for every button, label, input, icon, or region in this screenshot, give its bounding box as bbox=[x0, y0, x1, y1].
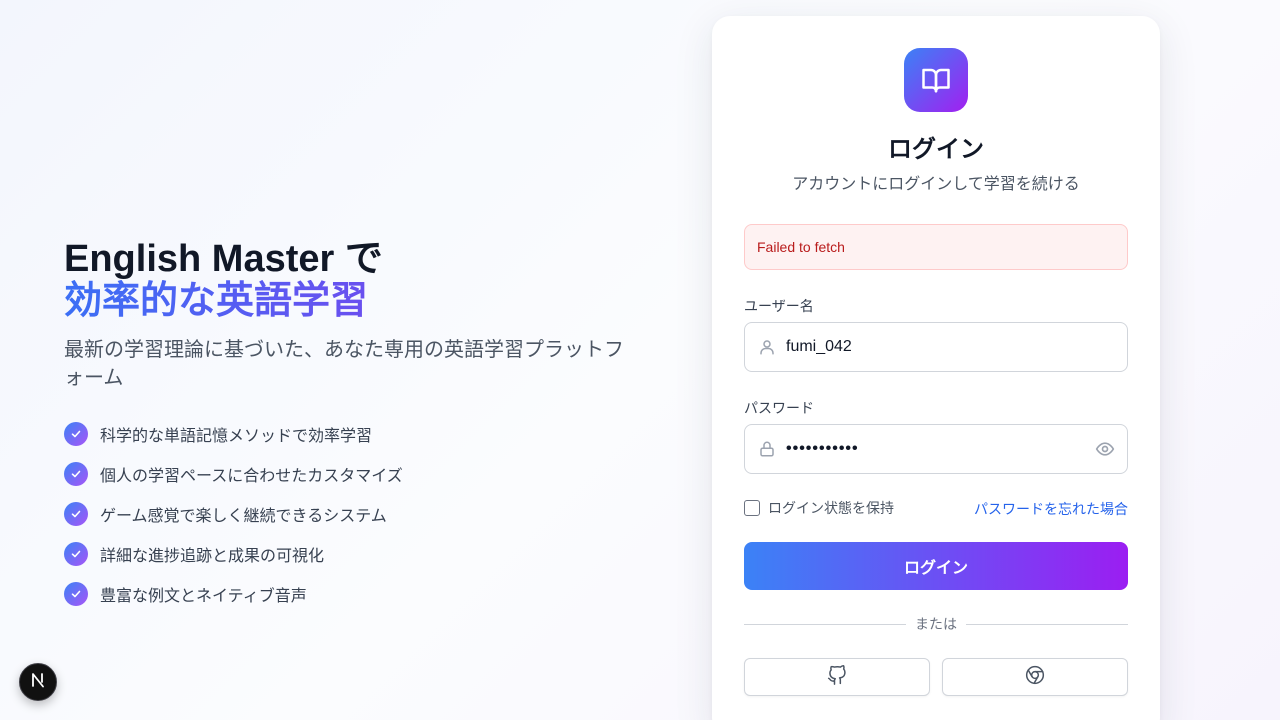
github-login-button[interactable] bbox=[744, 658, 930, 696]
feature-text: ゲーム感覚で楽しく継続できるシステム bbox=[100, 508, 387, 525]
error-alert: Failed to fetch bbox=[744, 224, 1128, 270]
nextjs-logo-icon bbox=[29, 671, 47, 694]
or-divider: または bbox=[744, 614, 1128, 634]
feature-text: 科学的な単語記憶メソッドで効率学習 bbox=[100, 428, 373, 445]
login-card: ログイン アカウントにログインして学習を続ける Failed to fetch … bbox=[712, 16, 1160, 720]
forgot-password-link[interactable]: パスワードを忘れた場合 bbox=[974, 499, 1128, 519]
remember-me[interactable]: ログイン状態を保持 bbox=[744, 498, 894, 518]
password-input[interactable]: ••••••••••• bbox=[786, 440, 1095, 458]
login-subtitle: アカウントにログインして学習を続ける bbox=[792, 176, 1080, 193]
remember-label: ログイン状態を保持 bbox=[768, 500, 894, 516]
check-icon bbox=[64, 502, 88, 526]
divider-line bbox=[966, 623, 1128, 625]
eye-icon[interactable] bbox=[1095, 439, 1115, 459]
check-icon bbox=[64, 462, 88, 486]
check-icon bbox=[64, 542, 88, 566]
divider-text: または bbox=[915, 616, 957, 632]
hero-subtitle: 最新の学習理論に基づいた、あなた専用の英語学習プラットフォーム bbox=[64, 339, 624, 389]
feature-text: 豊富な例文とネイティブ音声 bbox=[100, 588, 307, 605]
feature-text: 詳細な進捗追跡と成果の可視化 bbox=[100, 548, 325, 565]
feature-item: ゲーム感覚で楽しく継続できるシステム bbox=[64, 502, 634, 526]
hero-title: English Master で 効率的な英語学習 bbox=[64, 238, 634, 322]
username-label: ユーザー名 bbox=[744, 298, 814, 314]
feature-text: 個人の学習ペースに合わせたカスタマイズ bbox=[100, 468, 403, 485]
check-icon bbox=[64, 422, 88, 446]
username-field[interactable]: fumi_042 bbox=[744, 322, 1128, 372]
login-button[interactable]: ログイン bbox=[744, 542, 1128, 590]
chrome-icon bbox=[1025, 665, 1045, 690]
username-input[interactable]: fumi_042 bbox=[786, 338, 1115, 356]
lock-icon bbox=[757, 439, 777, 459]
divider-line bbox=[744, 623, 906, 625]
github-icon bbox=[827, 664, 847, 690]
google-login-button[interactable] bbox=[942, 658, 1128, 696]
password-field[interactable]: ••••••••••• bbox=[744, 424, 1128, 474]
feature-item: 豊富な例文とネイティブ音声 bbox=[64, 582, 634, 606]
password-label: パスワード bbox=[744, 400, 814, 416]
feature-item: 科学的な単語記憶メソッドで効率学習 bbox=[64, 422, 634, 446]
feature-list: 科学的な単語記憶メソッドで効率学習 個人の学習ペースに合わせたカスタマイズ ゲー… bbox=[64, 422, 634, 606]
book-open-icon bbox=[904, 48, 968, 112]
check-icon bbox=[64, 582, 88, 606]
hero-title-accent: 効率的な英語学習 bbox=[64, 280, 634, 322]
nextjs-dev-badge[interactable] bbox=[19, 663, 57, 701]
hero-section: English Master で 効率的な英語学習 最新の学習理論に基づいた、あ… bbox=[64, 238, 634, 622]
feature-item: 詳細な進捗追跡と成果の可視化 bbox=[64, 542, 634, 566]
user-icon bbox=[757, 337, 777, 357]
login-title: ログイン bbox=[888, 136, 984, 163]
hero-title-line1: English Master で bbox=[64, 238, 383, 280]
feature-item: 個人の学習ペースに合わせたカスタマイズ bbox=[64, 462, 634, 486]
remember-checkbox[interactable] bbox=[744, 500, 760, 516]
